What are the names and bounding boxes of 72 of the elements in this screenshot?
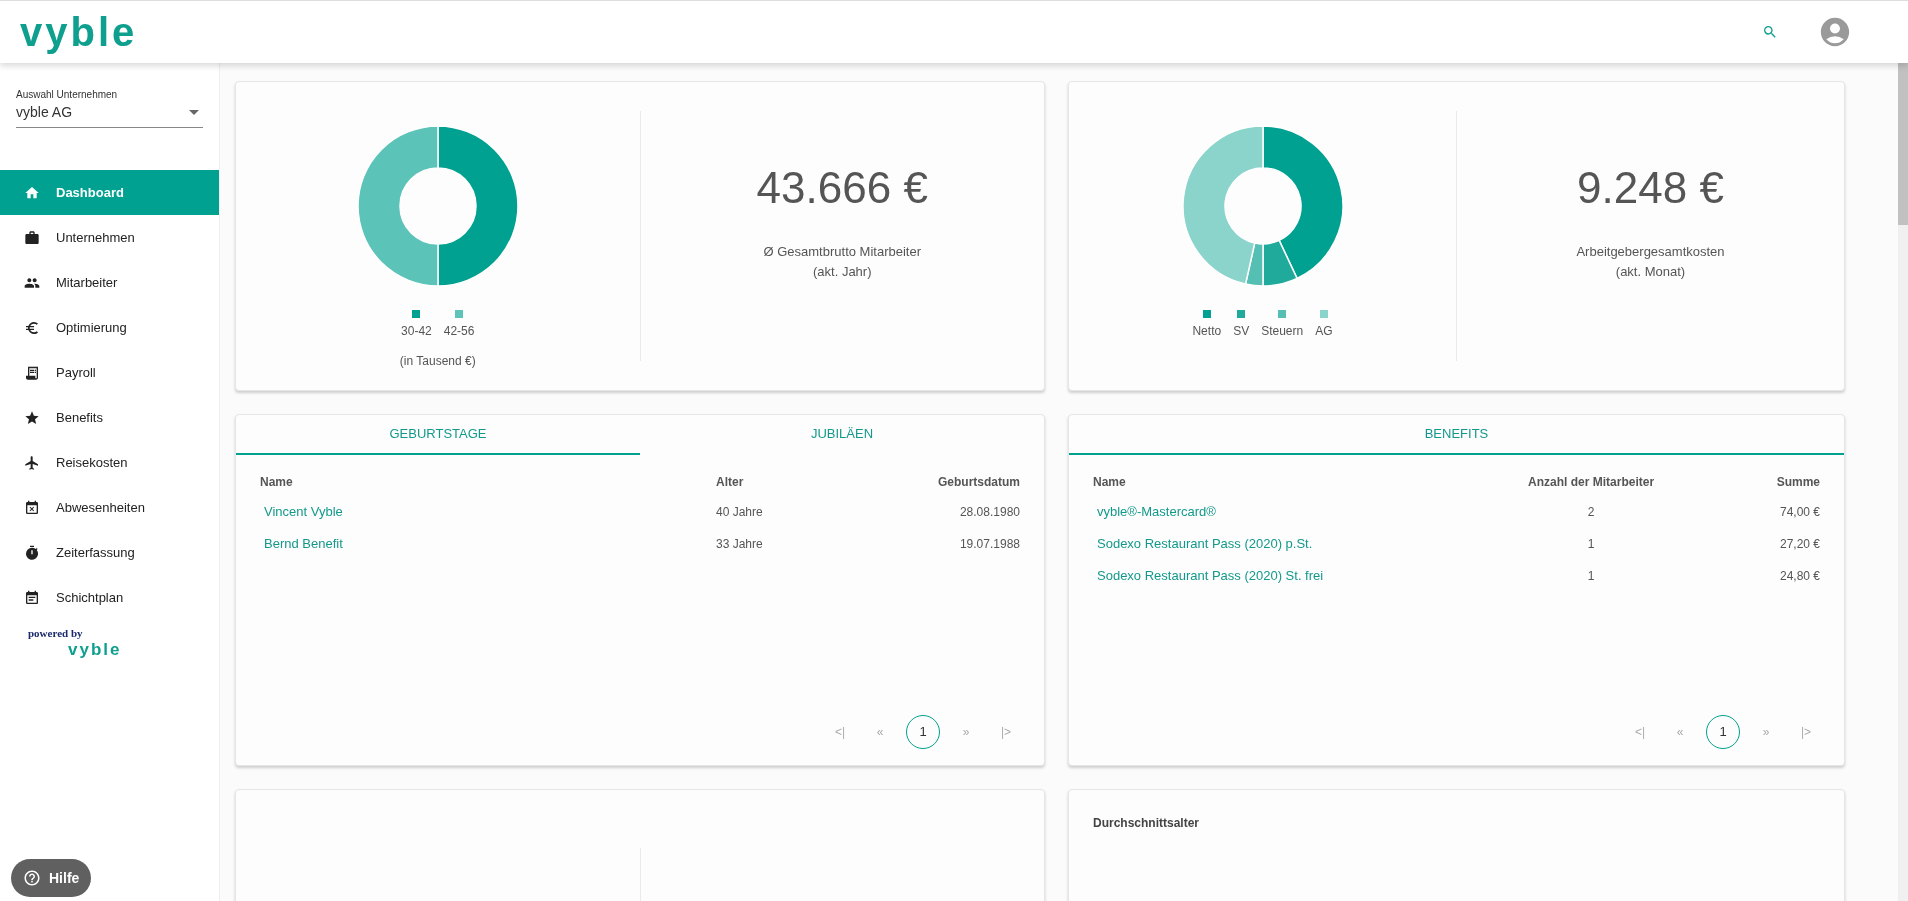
calendar-x-icon (24, 499, 40, 516)
legend-label: 42-56 (443, 323, 475, 340)
previous-page-button[interactable]: « (866, 715, 894, 749)
nav-item[interactable]: Optimierung (0, 305, 219, 350)
name-link[interactable]: Bernd Benefit (260, 536, 343, 551)
calendar-icon (24, 589, 40, 606)
tab[interactable]: JUBILÄEN (640, 415, 1044, 455)
legend-label: SV (1233, 323, 1250, 340)
company-select[interactable]: Auswahl Unternehmen vyble AG (16, 87, 203, 128)
stat-caption: Arbeitgebergesamtkosten (akt. Monat) (1576, 243, 1725, 281)
name-link[interactable]: Vincent Vyble (260, 504, 343, 519)
nav-item[interactable]: Payroll (0, 350, 219, 395)
previous-page-button[interactable]: « (1666, 715, 1694, 749)
table-cell: 1 (1587, 569, 1595, 583)
help-icon (23, 869, 41, 887)
name-link[interactable]: vyble®-Mastercard® (1093, 504, 1216, 519)
card-title: Durchschnittsalter (1093, 816, 1200, 830)
first-page-button[interactable]: <| (1626, 715, 1654, 749)
nav-item[interactable]: Benefits (0, 395, 219, 440)
powered-by-text: powered by (28, 628, 84, 639)
tab[interactable]: GEBURTSTAGE (236, 415, 640, 455)
legend-label: Netto (1192, 323, 1222, 340)
nav-item[interactable]: Reisekosten (0, 440, 219, 485)
column-header: Geburtsdatum (938, 475, 1020, 489)
table-cell: 1 (1587, 537, 1595, 551)
column-header: Anzahl der Mitarbeiter (1528, 475, 1655, 489)
card-title: BENEFITS (1424, 425, 1489, 444)
legend-label: 30-42 (401, 323, 432, 340)
next-page-button[interactable]: » (1752, 715, 1780, 749)
table-cell: 19.07.1988 (959, 537, 1020, 551)
last-page-button[interactable]: |> (1792, 715, 1820, 749)
nav-item[interactable]: Zeiterfassung (0, 530, 219, 575)
table-cell: 24,80 € (1779, 569, 1820, 583)
name-link[interactable]: Sodexo Restaurant Pass (2020) St. frei (1093, 568, 1324, 583)
column-header: Alter (716, 475, 744, 489)
airplane-icon (24, 454, 40, 471)
table-cell: 2 (1587, 505, 1595, 519)
chart-note: (in Tausend €) (399, 353, 476, 370)
table-cell: 28.08.1980 (959, 505, 1020, 519)
nav-item[interactable]: Mitarbeiter (0, 260, 219, 305)
first-page-button[interactable]: <| (826, 715, 854, 749)
stopwatch-icon (24, 544, 40, 561)
home-icon (24, 184, 40, 201)
stat-value: 9.248 € (1577, 166, 1724, 210)
list-icon (24, 364, 40, 381)
legend-label: AG (1315, 323, 1333, 340)
table-cell: 74,00 € (1779, 505, 1820, 519)
column-header: Summe (1776, 475, 1820, 489)
logo[interactable]: vyble (20, 12, 138, 52)
euro-icon (24, 319, 40, 336)
nav-item[interactable]: Abwesenheiten (0, 485, 219, 530)
nav-item[interactable]: Unternehmen (0, 215, 219, 260)
legend-label: Steuern (1261, 323, 1304, 340)
caret-icon (189, 110, 199, 115)
table-cell: 33 Jahre (716, 537, 763, 551)
powered-by-logo: vyble (68, 639, 123, 661)
stat-value: 43.666 € (756, 166, 928, 210)
briefcase-icon (24, 229, 40, 246)
last-page-button[interactable]: |> (992, 715, 1020, 749)
star-icon (24, 409, 40, 426)
nav-item[interactable]: Schichtplan (0, 575, 219, 620)
avatar-icon[interactable] (1818, 15, 1852, 49)
next-page-button[interactable]: » (952, 715, 980, 749)
nav-item[interactable]: Dashboard (0, 170, 219, 215)
search-icon[interactable] (1762, 24, 1778, 40)
table-cell: 40 Jahre (716, 505, 763, 519)
help-button[interactable]: Hilfe (11, 859, 92, 897)
column-header: Name (260, 475, 293, 489)
column-header: Name (1093, 475, 1126, 489)
stat-caption: Ø Gesamtbrutto Mitarbeiter (akt. Jahr) (763, 243, 921, 281)
name-link[interactable]: Sodexo Restaurant Pass (2020) p.St. (1093, 536, 1313, 551)
table-cell: 27,20 € (1779, 537, 1820, 551)
